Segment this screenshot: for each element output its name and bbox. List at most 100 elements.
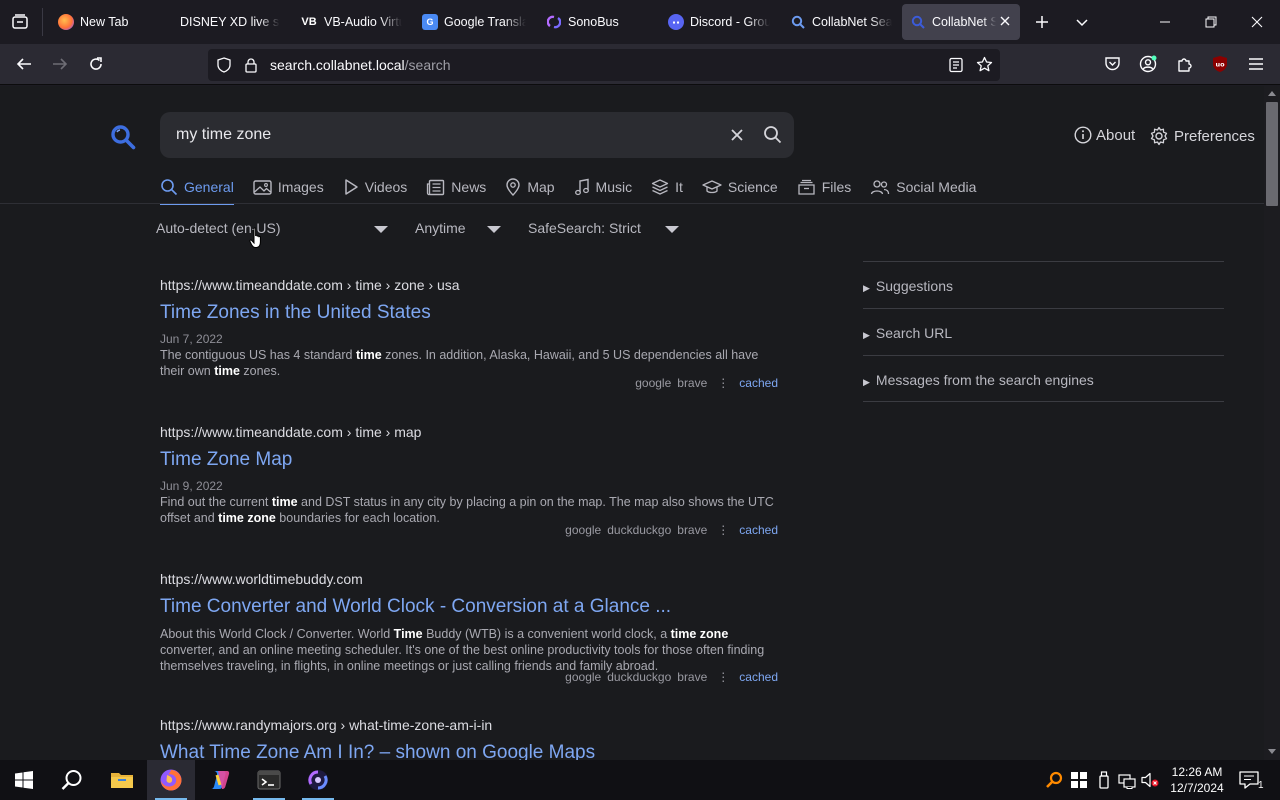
- forward-button[interactable]: [45, 49, 75, 79]
- close-tab-icon[interactable]: [998, 14, 1012, 28]
- cached-link[interactable]: cached: [739, 376, 778, 390]
- suggestions-toggle[interactable]: ▶ Suggestions: [863, 261, 1224, 308]
- site-logo-search-icon[interactable]: [110, 124, 136, 150]
- page-scrollbar[interactable]: [1264, 86, 1280, 760]
- result-url[interactable]: https://www.randymajors.org › what-time-…: [160, 717, 780, 733]
- category-science[interactable]: Science: [702, 172, 778, 202]
- url-bar[interactable]: search.collabnet.local/search: [208, 49, 1000, 81]
- list-all-tabs-button[interactable]: [1067, 7, 1097, 37]
- tray-defender-icon[interactable]: [1070, 771, 1088, 789]
- close-window-button[interactable]: [1242, 7, 1272, 37]
- engine-messages-toggle[interactable]: ▶ Messages from the search engines: [863, 355, 1224, 402]
- result-url[interactable]: https://www.timeanddate.com › time › map: [160, 424, 780, 440]
- tab-disney-xd[interactable]: DISNEY XD live stre: [172, 4, 280, 40]
- category-label: Files: [821, 179, 852, 195]
- time-range-select[interactable]: Anytime: [415, 220, 466, 236]
- restore-button[interactable]: [1196, 7, 1226, 37]
- tab-sonobus[interactable]: SonoBus: [540, 4, 650, 40]
- taskbar-file-explorer[interactable]: [98, 760, 146, 800]
- ublock-button[interactable]: uo: [1205, 49, 1235, 79]
- clear-search-icon[interactable]: [730, 128, 744, 142]
- about-link[interactable]: About: [1074, 126, 1135, 144]
- start-button[interactable]: [0, 760, 48, 800]
- category-news[interactable]: News: [426, 172, 486, 202]
- result-title-link[interactable]: Time Converter and World Clock - Convers…: [160, 596, 780, 618]
- result-description: The contiguous US has 4 standard time zo…: [160, 347, 780, 379]
- category-map[interactable]: Map: [505, 172, 555, 202]
- extensions-button[interactable]: [1169, 49, 1199, 79]
- account-button[interactable]: [1133, 49, 1163, 79]
- safesearch-dropdown-arrow-icon[interactable]: [665, 226, 679, 233]
- tab-label: Discord - Grou: [690, 15, 770, 29]
- taskbar-search-button[interactable]: [48, 760, 96, 800]
- category-social-media[interactable]: Social Media: [870, 172, 976, 202]
- category-files[interactable]: Files: [797, 172, 852, 202]
- preferences-link[interactable]: Preferences: [1149, 126, 1255, 146]
- engine-name: duckduckgo: [607, 670, 672, 684]
- category-label: News: [451, 179, 487, 195]
- tray-usb-icon[interactable]: [1095, 771, 1113, 789]
- category-general[interactable]: General: [160, 172, 234, 205]
- taskbar-sonobus[interactable]: [294, 760, 342, 800]
- taskbar-terminal[interactable]: [245, 760, 293, 800]
- category-it[interactable]: It: [651, 172, 683, 202]
- category-label: General: [184, 179, 234, 195]
- tracking-protection-icon[interactable]: [216, 57, 232, 73]
- taskbar-copilot[interactable]: [196, 760, 244, 800]
- action-center-button[interactable]: [1238, 771, 1260, 789]
- engine-name: brave: [677, 670, 708, 684]
- search-result: https://www.worldtimebuddy.com Time Conv…: [160, 571, 780, 684]
- category-images[interactable]: Images: [253, 172, 324, 202]
- cached-link[interactable]: cached: [739, 670, 778, 684]
- more-options-icon[interactable]: ⋮: [717, 523, 729, 537]
- search-result: https://www.randymajors.org › what-time-…: [160, 717, 780, 760]
- result-title-link[interactable]: What Time Zone Am I In? – shown on Googl…: [160, 742, 780, 760]
- url-text[interactable]: search.collabnet.local/search: [270, 57, 451, 73]
- tab-collabnet-active[interactable]: CollabNet S: [902, 4, 1020, 40]
- scrollbar-thumb[interactable]: [1266, 102, 1278, 206]
- tab-new-tab[interactable]: New Tab: [50, 4, 160, 40]
- tab-discord[interactable]: Discord - Grou: [662, 4, 770, 40]
- result-url-host: https://www.timeanddate.com: [160, 424, 343, 440]
- firefox-view-button[interactable]: [5, 7, 35, 37]
- tab-collabnet-1[interactable]: CollabNet Sea: [784, 4, 892, 40]
- result-engines: google brave ⋮ cached: [629, 376, 778, 390]
- cached-link[interactable]: cached: [739, 523, 778, 537]
- scroll-down-arrow-icon[interactable]: [1268, 749, 1276, 755]
- more-options-icon[interactable]: ⋮: [717, 670, 729, 684]
- tray-search-tool-icon[interactable]: [1045, 771, 1063, 789]
- language-dropdown-arrow-icon[interactable]: [374, 226, 388, 233]
- result-url-host: https://www.worldtimebuddy.com: [160, 571, 363, 587]
- result-title-link[interactable]: Time Zone Map: [160, 449, 780, 471]
- result-title-link[interactable]: Time Zones in the United States: [160, 302, 780, 324]
- minimize-button[interactable]: [1150, 7, 1180, 37]
- app-menu-button[interactable]: [1241, 49, 1271, 79]
- pocket-button[interactable]: [1097, 49, 1127, 79]
- search-submit-icon[interactable]: [763, 125, 782, 144]
- more-options-icon[interactable]: ⋮: [717, 376, 729, 390]
- tray-volume-muted-icon[interactable]: [1141, 771, 1159, 789]
- search-box[interactable]: my time zone: [160, 112, 794, 158]
- category-music[interactable]: Music: [574, 172, 632, 202]
- time-range-dropdown-arrow-icon[interactable]: [487, 226, 501, 233]
- search-url-toggle[interactable]: ▶ Search URL: [863, 308, 1224, 355]
- new-tab-button[interactable]: [1027, 7, 1057, 37]
- taskbar-firefox[interactable]: [147, 760, 195, 800]
- tab-google-translate[interactable]: G Google Transla: [416, 4, 526, 40]
- safesearch-select[interactable]: SafeSearch: Strict: [528, 220, 641, 236]
- reader-view-icon[interactable]: [948, 57, 964, 73]
- category-label: Science: [727, 179, 778, 195]
- expand-triangle-icon: ▶: [863, 330, 870, 340]
- taskbar-clock[interactable]: 12:26 AM 12/7/2024: [1164, 764, 1230, 796]
- result-url[interactable]: https://www.timeanddate.com › time › zon…: [160, 277, 780, 293]
- search-input[interactable]: my time zone: [176, 126, 271, 144]
- back-button[interactable]: [9, 49, 39, 79]
- lock-icon[interactable]: [244, 57, 258, 73]
- result-url[interactable]: https://www.worldtimebuddy.com: [160, 571, 780, 587]
- bookmark-star-icon[interactable]: [976, 56, 993, 73]
- tray-network-icon[interactable]: [1118, 771, 1136, 789]
- scroll-up-arrow-icon[interactable]: [1268, 90, 1276, 96]
- tab-vb-audio[interactable]: VB VB-Audio Virtu: [294, 4, 402, 40]
- category-videos[interactable]: Videos: [343, 172, 407, 202]
- reload-button[interactable]: [81, 49, 111, 79]
